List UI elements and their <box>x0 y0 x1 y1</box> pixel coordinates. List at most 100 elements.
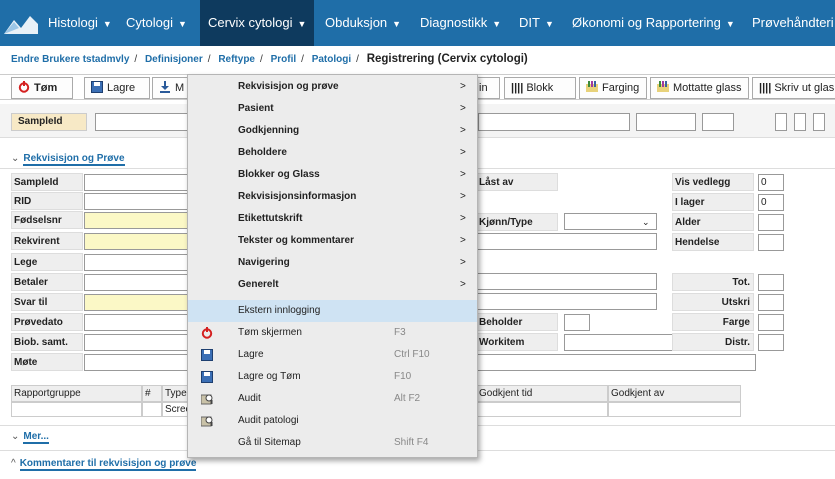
input-hendelse[interactable] <box>758 234 784 251</box>
nav-cervix-cytologi[interactable]: Cervix cytologi ▼ <box>200 0 315 46</box>
chevron-down-icon: ▼ <box>102 19 112 29</box>
input-rekvirent-extra[interactable] <box>476 233 657 250</box>
m-button[interactable]: M <box>152 77 188 99</box>
input-betaler-extra[interactable] <box>476 273 657 290</box>
input-mote-extra[interactable] <box>476 354 756 371</box>
save-icon <box>201 349 213 361</box>
breadcrumb-link-definisjoner[interactable]: Definisjoner <box>145 54 203 65</box>
input-svar-til-extra[interactable] <box>476 293 657 310</box>
menu-item-audit[interactable]: Audit Alt F2 <box>188 388 477 410</box>
grid-cell-rapportgruppe[interactable] <box>11 402 142 417</box>
save-button[interactable]: Lagre <box>84 77 150 99</box>
sample-bar-field-3[interactable] <box>702 113 734 131</box>
input-tot[interactable] <box>758 274 784 291</box>
input-utskri[interactable] <box>758 294 784 311</box>
grid-header-godkjent-av[interactable]: Godkjent av <box>608 385 741 402</box>
menu-item-audit-patologi[interactable]: Audit patologi <box>188 410 477 432</box>
label-tot: Tot. <box>672 273 754 291</box>
sample-bar-checkbox-1[interactable] <box>775 113 787 131</box>
menu-item-ekstern-innlogging[interactable]: Ekstern innlogging <box>188 300 477 322</box>
menu-item-label: Rekvisisjonsinformasjon <box>238 191 357 202</box>
section-rekvisisjon-title[interactable]: Rekvisisjon og Prøve <box>23 153 125 166</box>
label-last-av: Låst av <box>476 173 558 191</box>
nav-provehandtering[interactable]: Prøvehåndteri <box>752 0 834 46</box>
input-i-lager[interactable]: 0 <box>758 194 784 211</box>
input-rid[interactable] <box>84 193 188 210</box>
app-logo[interactable] <box>0 0 42 46</box>
section-mer-title[interactable]: Mer... <box>23 431 49 444</box>
chevron-down-icon: ▼ <box>725 19 735 29</box>
grid-cell-type[interactable]: Scree <box>162 402 191 417</box>
menu-item-rekvisisjon-og-prove[interactable]: Rekvisisjon og prøve > <box>188 76 477 98</box>
farging-button[interactable]: Farging <box>579 77 647 99</box>
menu-item-tekster-og-kommentarer[interactable]: Tekster og kommentarer > <box>188 230 477 252</box>
menu-item-blokker-og-glass[interactable]: Blokker og Glass > <box>188 164 477 186</box>
section-rekvisisjon-header[interactable]: ⌄ Rekvisisjon og Prøve <box>11 150 125 168</box>
grid-cell-number[interactable] <box>142 402 162 417</box>
mottatte-glass-button[interactable]: Mottatte glass <box>650 77 749 99</box>
menu-item-shortcut: F10 <box>394 371 412 382</box>
input-distr[interactable] <box>758 334 784 351</box>
breadcrumb-separator: / <box>207 54 211 65</box>
chevron-down-icon: ▼ <box>392 19 402 29</box>
input-farge[interactable] <box>758 314 784 331</box>
grid-header-number[interactable]: # <box>142 385 162 402</box>
clear-button[interactable]: Tøm <box>11 77 73 99</box>
sample-bar-checkbox-2[interactable] <box>794 113 806 131</box>
input-alder[interactable] <box>758 214 784 231</box>
section-kommentarer-header[interactable]: ^ Kommentarer til rekvisisjon og prøve <box>11 455 197 473</box>
input-biob-samt[interactable] <box>84 334 188 351</box>
menu-item-etikettutskrift[interactable]: Etikettutskrift > <box>188 208 477 230</box>
sample-bar-checkbox-3[interactable] <box>813 113 825 131</box>
nav-diagnostikk[interactable]: Diagnostikk ▼ <box>420 0 501 46</box>
menu-item-godkjenning[interactable]: Godkjenning > <box>188 120 477 142</box>
input-fodselsnr[interactable] <box>84 212 188 229</box>
label-workitem: Workitem <box>476 333 558 351</box>
breadcrumb-link-user[interactable]: Endre Brukere tstadmvly <box>11 54 129 65</box>
menu-item-tom-skjermen[interactable]: Tøm skjermen F3 <box>188 322 477 344</box>
sampleid-search-input[interactable] <box>95 113 188 131</box>
blokk-button[interactable]: |||| Blokk <box>504 77 576 99</box>
nav-label: Cytologi <box>126 15 173 30</box>
nav-dit[interactable]: DIT ▼ <box>519 0 554 46</box>
input-rekvirent[interactable] <box>84 233 188 250</box>
menu-item-beholdere[interactable]: Beholdere > <box>188 142 477 164</box>
input-betaler[interactable] <box>84 274 188 291</box>
grid-header-type[interactable]: Type <box>162 385 190 402</box>
nav-cytologi[interactable]: Cytologi ▼ <box>126 0 187 46</box>
grid-cell-godkjent-tid[interactable] <box>476 402 608 417</box>
in-button[interactable]: in <box>476 77 500 99</box>
menu-item-navigering[interactable]: Navigering > <box>188 252 477 274</box>
skriv-ut-glass-button[interactable]: |||| Skriv ut glas <box>752 77 835 99</box>
nav-obduksjon[interactable]: Obduksjon ▼ <box>325 0 401 46</box>
menu-item-lagre-og-tom[interactable]: Lagre og Tøm F10 <box>188 366 477 388</box>
chevron-right-icon: > <box>460 257 466 268</box>
nav-histologi[interactable]: Histologi ▼ <box>48 0 112 46</box>
input-svar-til[interactable] <box>84 294 188 311</box>
menu-item-generelt[interactable]: Generelt > <box>188 274 477 296</box>
input-vis-vedlegg[interactable]: 0 <box>758 174 784 191</box>
input-lege[interactable] <box>84 254 188 271</box>
sample-bar-field-2[interactable] <box>636 113 696 131</box>
grid-cell-godkjent-av[interactable] <box>608 402 741 417</box>
chevron-right-icon: > <box>460 279 466 290</box>
input-mote[interactable] <box>84 354 188 371</box>
input-sampleid[interactable] <box>84 174 188 191</box>
grid-header-godkjent-tid[interactable]: Godkjent tid <box>476 385 608 402</box>
input-beholder[interactable] <box>564 314 590 331</box>
menu-item-pasient[interactable]: Pasient > <box>188 98 477 120</box>
breadcrumb-link-profil[interactable]: Profil <box>271 54 297 65</box>
menu-item-rekvisisjonsinformasjon[interactable]: Rekvisisjonsinformasjon > <box>188 186 477 208</box>
chevron-right-icon: > <box>460 235 466 246</box>
breadcrumb-link-patologi[interactable]: Patologi <box>312 54 351 65</box>
menu-item-lagre[interactable]: Lagre Ctrl F10 <box>188 344 477 366</box>
breadcrumb-link-reftype[interactable]: Reftype <box>218 54 255 65</box>
section-kommentarer-title[interactable]: Kommentarer til rekvisisjon og prøve <box>19 458 197 471</box>
section-mer-header[interactable]: ⌄ Mer... <box>11 428 49 446</box>
menu-item-ga-til-sitemap[interactable]: Gå til Sitemap Shift F4 <box>188 432 477 454</box>
sample-bar-field-1[interactable] <box>478 113 630 131</box>
grid-header-rapportgruppe[interactable]: Rapportgruppe <box>11 385 142 402</box>
nav-label: Cervix cytologi <box>208 15 293 30</box>
nav-okonomi[interactable]: Økonomi og Rapportering ▼ <box>572 0 735 46</box>
input-provedato[interactable] <box>84 314 188 331</box>
